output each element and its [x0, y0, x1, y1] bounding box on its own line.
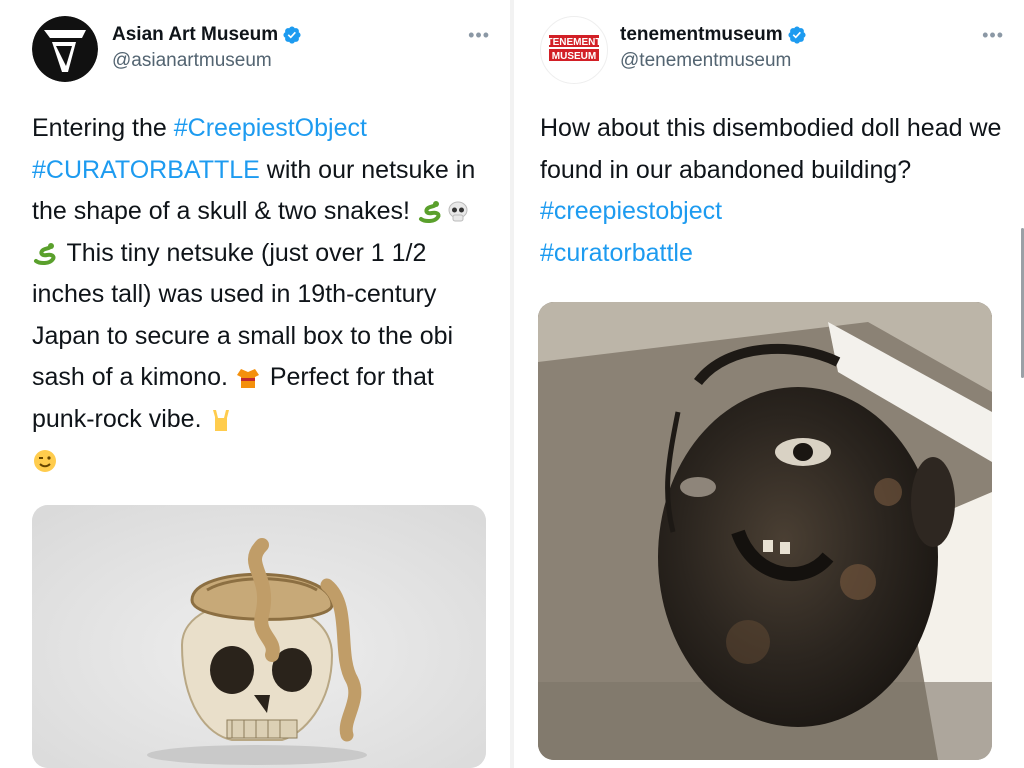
tenement-museum-logo-icon: TENEMENT MUSEUM	[547, 35, 602, 62]
hashtag-link[interactable]: #curatorbattle	[540, 239, 693, 267]
kimono-emoji-icon	[236, 369, 259, 389]
verified-badge-icon	[788, 26, 806, 44]
tweet-text: How about this disembodied doll head we …	[540, 108, 1006, 274]
snake-emoji-icon	[418, 201, 441, 224]
more-horizontal-icon[interactable]: •••	[468, 26, 490, 44]
avatar-tenement-museum[interactable]: TENEMENT MUSEUM	[540, 16, 608, 84]
display-name-text[interactable]: Asian Art Museum	[112, 24, 278, 46]
display-name[interactable]: Asian Art Museum	[112, 24, 302, 46]
hashtag-link[interactable]: #CreepiestObject	[174, 114, 367, 142]
display-name-text[interactable]: tenementmuseum	[620, 24, 783, 46]
logo-text-bottom: MUSEUM	[552, 51, 596, 62]
sign-of-horns-emoji-icon	[213, 409, 230, 431]
skull-emoji-icon	[448, 201, 468, 222]
more-horizontal-icon[interactable]: •••	[982, 26, 1004, 44]
tweet-asian-art-museum: Asian Art Museum @asianartmuseum ••• Ent…	[0, 0, 510, 768]
logo-text-top: TENEMENT	[547, 37, 602, 48]
verified-badge-icon	[283, 26, 301, 44]
snake-emoji-icon	[34, 242, 56, 265]
text-segment: How about this disembodied doll head we …	[540, 114, 1002, 184]
doll-head-image-illustration	[538, 302, 992, 760]
screenshot-collage: Asian Art Museum @asianartmuseum ••• Ent…	[0, 0, 1024, 768]
netsuke-image-illustration	[32, 505, 486, 768]
avatar-asian-art-museum[interactable]	[32, 16, 98, 82]
asian-art-museum-logo-icon	[32, 16, 98, 82]
hashtag-link[interactable]: #CURATORBATTLE	[32, 156, 260, 184]
tweet-header: Asian Art Museum @asianartmuseum •••	[32, 12, 490, 84]
netsuke-skull-with-snakes-photo[interactable]	[32, 505, 486, 768]
author-names: tenementmuseum @tenementmuseum	[620, 24, 807, 72]
winking-face-emoji-icon	[34, 450, 56, 473]
tweet-tenement-museum: TENEMENT MUSEUM tenementmuseum @tenement…	[514, 0, 1024, 768]
tweet-header: TENEMENT MUSEUM tenementmuseum @tenement…	[540, 12, 1004, 84]
disembodied-doll-head-photo[interactable]	[538, 302, 992, 760]
handle[interactable]: @asianartmuseum	[112, 50, 302, 72]
hashtag-link[interactable]: #creepiestobject	[540, 197, 722, 225]
text-segment: Entering the	[32, 114, 174, 142]
handle[interactable]: @tenementmuseum	[620, 50, 807, 72]
display-name[interactable]: tenementmuseum	[620, 24, 807, 46]
author-names: Asian Art Museum @asianartmuseum	[112, 24, 302, 72]
tweet-text: Entering the #CreepiestObject #CURATORBAT…	[32, 108, 492, 482]
